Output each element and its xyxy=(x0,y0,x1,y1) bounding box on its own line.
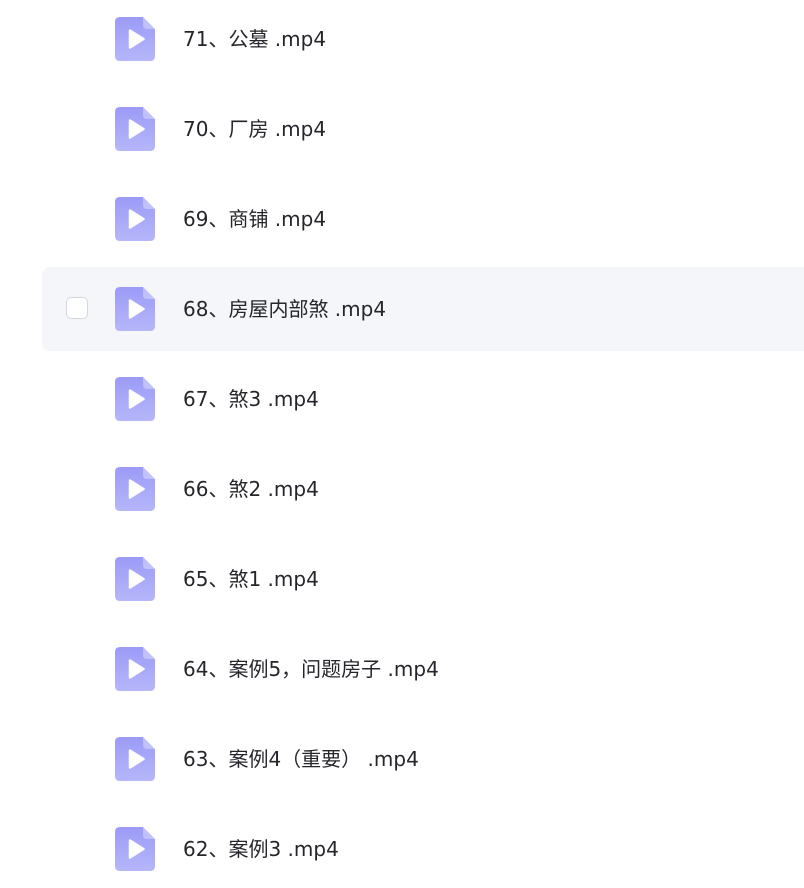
video-file-icon xyxy=(115,107,155,151)
file-name: 69、商铺 .mp4 xyxy=(183,207,327,231)
file-name: 62、案例3 .mp4 xyxy=(183,837,339,861)
file-row[interactable]: 70、厂房 .mp4 xyxy=(42,87,804,171)
video-file-icon xyxy=(115,557,155,601)
video-file-icon xyxy=(115,287,155,331)
video-file-icon xyxy=(115,827,155,871)
video-file-icon xyxy=(115,197,155,241)
file-list: 71、公墓 .mp4 70、厂房 .mp4 69、商铺 .mp4 68、房屋内部… xyxy=(0,0,804,888)
file-row[interactable]: 68、房屋内部煞 .mp4 xyxy=(42,267,804,351)
file-name: 65、煞1 .mp4 xyxy=(183,567,319,591)
file-row[interactable]: 63、案例4（重要） .mp4 xyxy=(42,717,804,801)
select-checkbox[interactable] xyxy=(66,297,88,319)
video-file-icon xyxy=(115,17,155,61)
video-file-icon xyxy=(115,647,155,691)
video-file-icon xyxy=(115,377,155,421)
file-row[interactable]: 67、煞3 .mp4 xyxy=(42,357,804,441)
file-name: 67、煞3 .mp4 xyxy=(183,387,319,411)
file-row[interactable]: 66、煞2 .mp4 xyxy=(42,447,804,531)
video-file-icon xyxy=(115,467,155,511)
file-row[interactable]: 65、煞1 .mp4 xyxy=(42,537,804,621)
file-row[interactable]: 71、公墓 .mp4 xyxy=(42,0,804,81)
file-row[interactable]: 64、案例5，问题房子 .mp4 xyxy=(42,627,804,711)
file-name: 66、煞2 .mp4 xyxy=(183,477,319,501)
video-file-icon xyxy=(115,737,155,781)
file-name: 64、案例5，问题房子 .mp4 xyxy=(183,657,439,681)
file-name: 68、房屋内部煞 .mp4 xyxy=(183,297,387,321)
file-row[interactable]: 69、商铺 .mp4 xyxy=(42,177,804,261)
file-name: 63、案例4（重要） .mp4 xyxy=(183,747,419,771)
file-row[interactable]: 62、案例3 .mp4 xyxy=(42,807,804,888)
file-name: 71、公墓 .mp4 xyxy=(183,27,327,51)
file-name: 70、厂房 .mp4 xyxy=(183,117,327,141)
